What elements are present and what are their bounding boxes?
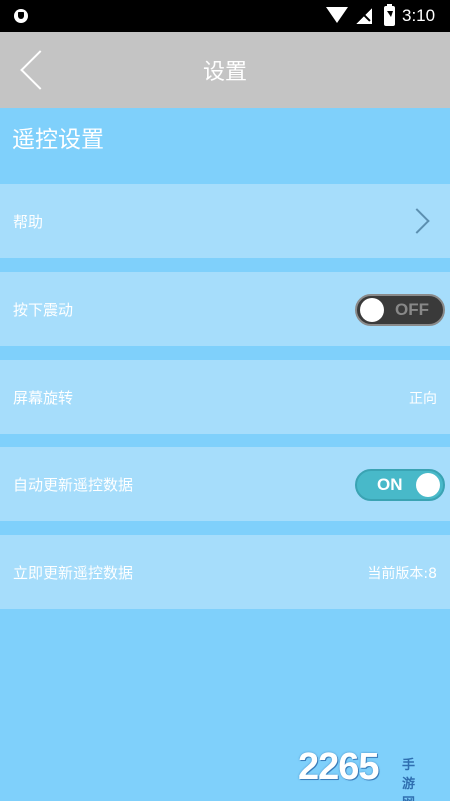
screen-rotation-label: 屏幕旋转 bbox=[13, 389, 74, 407]
status-time: 3:10 bbox=[402, 6, 436, 25]
vibration-row: 按下震动 OFF bbox=[0, 272, 450, 346]
vibration-toggle[interactable]: OFF bbox=[355, 294, 445, 326]
watermark-text: 手游网 bbox=[402, 758, 416, 801]
auto-update-label: 自动更新遥控数据 bbox=[13, 476, 134, 494]
shield-icon bbox=[14, 9, 28, 23]
help-label: 帮助 bbox=[13, 213, 44, 231]
wifi-icon bbox=[326, 7, 348, 23]
title-bar: 设置 bbox=[0, 32, 450, 108]
battery-charging-icon bbox=[384, 4, 395, 26]
watermark-logo: 2265 手游网 bbox=[298, 746, 415, 801]
screen-rotation-value: 正向 bbox=[409, 391, 437, 407]
toggle-knob bbox=[360, 298, 384, 322]
page-title: 设置 bbox=[202, 60, 247, 85]
toggle-state: OFF bbox=[395, 300, 429, 319]
update-now-label: 立即更新遥控数据 bbox=[13, 564, 134, 582]
vibration-label: 按下震动 bbox=[13, 301, 74, 319]
watermark-number: 2265 bbox=[298, 746, 380, 788]
toggle-knob bbox=[416, 473, 440, 497]
version-value: 当前版本:8 bbox=[367, 566, 437, 582]
auto-update-toggle[interactable]: ON bbox=[355, 469, 445, 501]
toggle-state: ON bbox=[377, 475, 403, 494]
section-title: 遥控设置 bbox=[12, 127, 104, 153]
help-row[interactable]: 帮助 bbox=[0, 184, 450, 258]
no-signal-icon bbox=[356, 8, 372, 24]
update-now-row[interactable]: 立即更新遥控数据 当前版本:8 bbox=[0, 535, 450, 609]
auto-update-row: 自动更新遥控数据 ON bbox=[0, 447, 450, 521]
chevron-right-icon bbox=[404, 208, 430, 234]
screen-rotation-row[interactable]: 屏幕旋转 正向 bbox=[0, 360, 450, 434]
status-bar: 3:10 bbox=[0, 0, 450, 32]
